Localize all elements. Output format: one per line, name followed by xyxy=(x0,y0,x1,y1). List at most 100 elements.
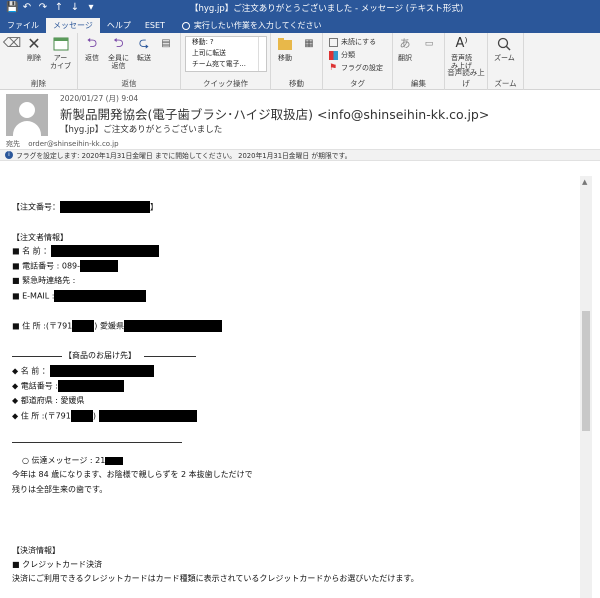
delete-x-icon: ✕ xyxy=(27,34,41,53)
sender-avatar xyxy=(6,94,48,136)
delete-group: ⌫ ✕ 削除 アー カイブ 削除 xyxy=(0,33,78,90)
sent-date: 2020/01/27 (月) 9:04 xyxy=(60,94,139,103)
delivery-tel-line: ◆ 電話番号 : xyxy=(12,380,124,392)
sender-name[interactable]: 新製品開発協会(電子歯ブラシ･ハイジ取扱店) <info@shinseihin-… xyxy=(60,104,489,123)
orderer-info-heading: 【注文者情報】 xyxy=(12,233,68,242)
redacted-block xyxy=(57,380,124,392)
to-label: 宛先 xyxy=(6,140,20,148)
info-icon: i xyxy=(5,151,13,159)
delete-button[interactable]: ✕ 削除 xyxy=(26,34,42,63)
tab-file[interactable]: ファイル xyxy=(0,18,46,33)
translate-icon: あ xyxy=(399,37,411,50)
ribbon: ⌫ ✕ 削除 アー カイブ 削除 ⮌ 返信 ⮌ 全員に 返信 ⮎ 転送 ▤ 返信 xyxy=(0,33,600,90)
sweep-icon: ⌫ xyxy=(2,36,22,51)
flag-icon: ⚑ xyxy=(329,62,338,73)
reply-all-icon: ⮌ xyxy=(113,36,124,51)
zoom-group: ズーム ズーム xyxy=(488,33,524,90)
mark-unread-button[interactable]: 未読にする xyxy=(329,37,376,47)
undo-icon[interactable]: ↶ xyxy=(22,3,32,13)
email-line: ■ E-MAIL : xyxy=(12,290,147,302)
delivery-address-line: ◆ 住 所 :(〒791) xyxy=(12,410,197,422)
payment-note-line: 決済にご利用できるクレジットカードはカード種類に表示されているクレジットカードか… xyxy=(12,574,419,583)
tell-me-text: 実行したい作業を入力してください xyxy=(193,21,322,30)
edit-group: あ 翻訳 ▭ 編集 xyxy=(393,33,445,90)
flag-notice-text: フラグを設定します: 2020年1月31日金曜日 までに開始してください。 20… xyxy=(16,152,352,160)
recipient-line: 宛先 order@shinseihin-kk.co.jp xyxy=(6,139,119,149)
redacted-block xyxy=(123,320,222,332)
down-arrow-icon[interactable]: ↓ xyxy=(70,3,80,13)
quick-steps-gallery[interactable]: 移動: ? 上司に転送 チーム宛て電子... xyxy=(185,36,267,72)
quick-step-team-mail[interactable]: チーム宛て電子... xyxy=(186,59,266,70)
message-text-1: 今年は 84 歳になります、お陰様で親しらずを 2 本抜歯しただけで xyxy=(12,470,253,479)
ribbon-tabs: ファイル メッセージ ヘルプ ESET 実行したい作業を入力してください xyxy=(0,16,600,33)
quick-step-move[interactable]: 移動: ? xyxy=(186,37,266,48)
rules-icon: ▦ xyxy=(304,38,314,49)
address-line: ■ 住 所 :(〒791) 愛媛県 xyxy=(12,320,222,332)
tab-help[interactable]: ヘルプ xyxy=(100,18,138,33)
message-header: 2020/01/27 (月) 9:04 新製品開発協会(電子歯ブラシ･ハイジ取扱… xyxy=(0,90,600,162)
find-icon: ▭ xyxy=(424,39,434,49)
archive-button[interactable]: アー カイブ xyxy=(50,36,71,70)
name-line: ■ 名 前 ： xyxy=(12,245,160,257)
title-bar: 💾 ↶ ↷ ↑ ↓ ▾ 【hyg.jp】ご注文ありがとうございました - メッセ… xyxy=(0,0,600,16)
tab-eset[interactable]: ESET xyxy=(138,18,172,33)
reply-icon: ⮌ xyxy=(86,36,98,51)
redacted-block xyxy=(98,410,197,422)
zoom-button[interactable]: ズーム xyxy=(494,36,515,62)
redacted-block xyxy=(49,365,154,377)
redacted-block xyxy=(105,456,124,465)
reply-all-button[interactable]: ⮌ 全員に 返信 xyxy=(108,36,129,70)
message-label-line: ○ 伝達メッセージ : 21 xyxy=(22,455,124,466)
redacted-block xyxy=(51,245,160,257)
tags-group: 未読にする 分類 ⚑ フラグの設定 タグ xyxy=(323,33,393,90)
scrollbar-thumb[interactable] xyxy=(582,311,590,431)
redacted-block xyxy=(70,410,93,422)
lightbulb-icon xyxy=(181,21,190,30)
tel-line: ■ 電話番号 : 089- xyxy=(12,260,119,272)
more-respond-button[interactable]: ▤ xyxy=(158,36,174,54)
divider xyxy=(12,356,62,357)
window-title: 【hyg.jp】ご注文ありがとうございました - メッセージ (テキスト形式) xyxy=(190,4,464,14)
redacted-block xyxy=(54,290,147,302)
up-arrow-icon[interactable]: ↑ xyxy=(54,3,64,13)
scroll-up-icon[interactable]: ▲ xyxy=(582,178,587,186)
translate-button[interactable]: あ 翻訳 xyxy=(397,36,413,62)
follow-up-button[interactable]: ⚑ フラグの設定 xyxy=(329,63,383,73)
find-button[interactable]: ▭ xyxy=(421,36,437,54)
envelope-icon xyxy=(329,37,338,47)
forward-button[interactable]: ⮎ 転送 xyxy=(136,36,152,62)
forward-icon: ⮎ xyxy=(138,36,150,51)
category-icon xyxy=(329,50,338,60)
flag-infobar: i フラグを設定します: 2020年1月31日金曜日 までに開始してください。 … xyxy=(0,149,600,161)
recipient-address[interactable]: order@shinseihin-kk.co.jp xyxy=(28,140,118,148)
tell-me-box[interactable]: 実行したい作業を入力してください xyxy=(181,18,322,33)
move-group: 移動 ▦ 移動 xyxy=(271,33,323,90)
rules-button[interactable]: ▦ xyxy=(301,36,317,54)
divider xyxy=(144,356,196,357)
redo-icon[interactable]: ↷ xyxy=(38,3,48,13)
redacted-block xyxy=(60,201,150,213)
delivery-name-line: ◆ 名 前 ： xyxy=(12,365,154,377)
vertical-scrollbar[interactable]: ▲ xyxy=(580,176,592,598)
customize-icon[interactable]: ▾ xyxy=(86,3,96,13)
gallery-scroll[interactable] xyxy=(258,37,266,71)
move-button[interactable]: 移動 xyxy=(277,36,293,62)
save-icon[interactable]: 💾 xyxy=(6,3,18,13)
read-aloud-icon: A⁾ xyxy=(455,36,468,51)
archive-icon xyxy=(53,36,69,52)
payment-heading: 【決済情報】 xyxy=(12,546,60,555)
reply-button[interactable]: ⮌ 返信 xyxy=(84,36,100,62)
quick-step-forward-boss[interactable]: 上司に転送 xyxy=(186,48,266,59)
categorize-button[interactable]: 分類 xyxy=(329,50,355,60)
read-aloud-button[interactable]: A⁾ 音声読 み上げ xyxy=(451,36,472,70)
speech-group: A⁾ 音声読 み上げ 音声読み上げ xyxy=(445,33,488,90)
respond-group: ⮌ 返信 ⮌ 全員に 返信 ⮎ 転送 ▤ 返信 xyxy=(78,33,181,90)
order-number-line: 【注文番号：】 xyxy=(12,201,158,213)
sweep-button[interactable]: ⌫ xyxy=(2,36,22,54)
delivery-heading: 【商品のお届け先】 xyxy=(64,351,136,360)
redacted-block xyxy=(72,320,95,332)
emergency-line: ■ 緊急時連絡先 : xyxy=(12,276,76,285)
more-icon: ▤ xyxy=(161,38,171,49)
tab-message[interactable]: メッセージ xyxy=(46,18,100,33)
redacted-block xyxy=(80,260,119,272)
